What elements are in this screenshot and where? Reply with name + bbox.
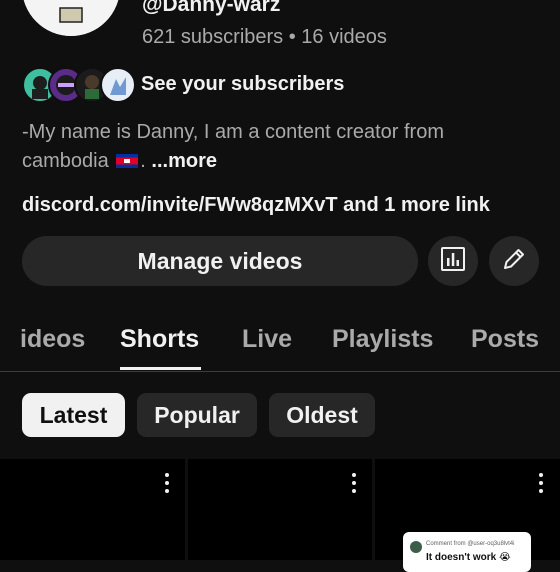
filter-chip-oldest[interactable]: Oldest [269, 393, 375, 437]
channel-stats: 621 subscribers • 16 videos [142, 26, 387, 48]
divider [0, 371, 560, 372]
manage-videos-button[interactable]: Manage videos [22, 236, 418, 286]
analytics-icon [440, 246, 466, 277]
more-options-icon[interactable] [531, 471, 551, 495]
tab-playlists[interactable]: Playlists [332, 322, 433, 356]
subscriber-avatars[interactable] [22, 67, 136, 103]
short-thumbnail[interactable] [188, 459, 372, 560]
tab-live[interactable]: Live [242, 322, 292, 356]
comment-author: Comment from @user-oq3u8lvt4i [426, 541, 515, 547]
more-options-icon[interactable] [157, 471, 177, 495]
description-more-button[interactable]: ...more [151, 150, 217, 172]
tab-videos[interactable]: ideos [20, 322, 85, 356]
pencil-icon [501, 246, 527, 277]
cambodia-flag-icon [116, 148, 139, 168]
tab-shorts[interactable]: Shorts [120, 322, 199, 356]
edit-channel-button[interactable] [489, 236, 539, 286]
channel-links[interactable]: discord.com/invite/FWw8qzMXvT and 1 more… [22, 192, 490, 218]
commenter-avatar [410, 541, 422, 553]
comment-sticker: Comment from @user-oq3u8lvt4i It doesn't… [403, 532, 531, 572]
short-thumbnail[interactable]: Comment from @user-oq3u8lvt4i It doesn't… [375, 459, 560, 572]
description-suffix: . [140, 150, 152, 172]
channel-description[interactable]: -My name is Danny, I am a content creato… [22, 118, 522, 176]
comment-text: It doesn't work 😭 [426, 552, 511, 563]
see-subscribers-link[interactable]: See your subscribers [141, 71, 344, 97]
subscriber-avatar [100, 67, 136, 103]
more-links-button[interactable]: and 1 more link [338, 194, 490, 216]
channel-link[interactable]: discord.com/invite/FWw8qzMXvT [22, 194, 338, 216]
channel-avatar[interactable] [22, 0, 120, 36]
analytics-button[interactable] [428, 236, 478, 286]
tab-posts[interactable]: Posts [471, 322, 539, 356]
channel-handle: @Danny-warz [142, 0, 281, 16]
description-text: -My name is Danny, I am a content creato… [22, 121, 445, 172]
more-options-icon[interactable] [344, 471, 364, 495]
short-thumbnail[interactable] [0, 459, 185, 560]
channel-tabs: ideos Shorts Live Playlists Posts [0, 318, 560, 372]
filter-chip-popular[interactable]: Popular [137, 393, 257, 437]
active-tab-indicator [120, 367, 201, 370]
filter-chip-latest[interactable]: Latest [22, 393, 125, 437]
